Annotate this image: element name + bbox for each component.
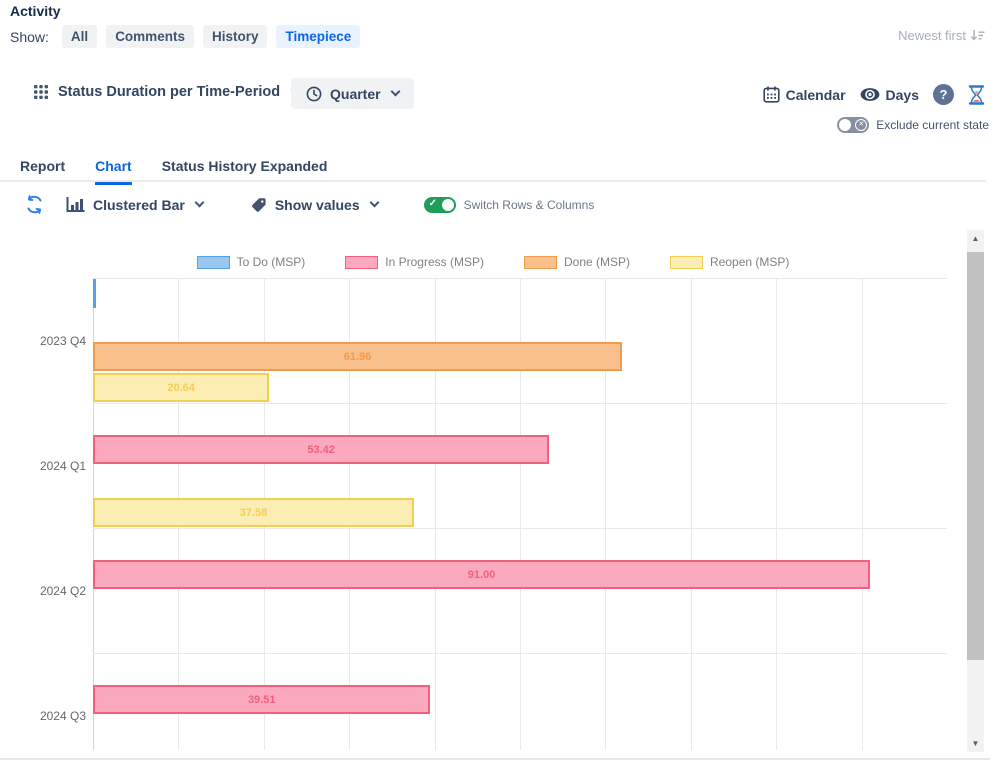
scrollbar-thumb[interactable] bbox=[967, 252, 984, 660]
bar-value-label: 91.00 bbox=[95, 569, 868, 581]
show-values-label: Show values bbox=[275, 197, 360, 213]
category-label: 2023 Q4 bbox=[0, 334, 86, 348]
eye-icon bbox=[860, 87, 880, 102]
category-label: 2024 Q1 bbox=[0, 459, 86, 473]
filter-timepiece-button[interactable]: Timepiece bbox=[276, 25, 360, 48]
period-selector[interactable]: Quarter bbox=[291, 78, 414, 109]
category-label: 2024 Q2 bbox=[0, 584, 86, 598]
chevron-down-icon bbox=[194, 197, 204, 207]
bar-to-do-msp-[interactable] bbox=[93, 279, 96, 308]
bar-in-progress-msp-[interactable]: 53.42 bbox=[93, 435, 549, 464]
legend-swatch bbox=[197, 256, 230, 269]
check-icon: ✓ bbox=[429, 198, 437, 209]
grid-icon bbox=[33, 84, 49, 100]
gridline bbox=[93, 653, 947, 654]
chart-controls: Clustered Bar Show values ✓ Switch Rows … bbox=[25, 195, 594, 214]
legend-item[interactable]: Reopen (MSP) bbox=[670, 255, 789, 269]
help-button[interactable]: ? bbox=[933, 84, 954, 105]
calendar-button[interactable]: Calendar bbox=[763, 86, 846, 103]
bottom-divider bbox=[0, 758, 990, 760]
gridline bbox=[93, 528, 947, 529]
switch-rows-columns-toggle[interactable]: ✓ bbox=[424, 197, 456, 213]
chart-type-selector[interactable]: Clustered Bar bbox=[66, 197, 203, 213]
scrollbar-up-arrow[interactable]: ▲ bbox=[967, 230, 984, 247]
bar-reopen-msp-[interactable]: 37.58 bbox=[93, 498, 414, 527]
legend-label: In Progress (MSP) bbox=[385, 255, 484, 269]
scrollbar-track[interactable]: ▲ ▼ bbox=[967, 230, 984, 752]
legend-item[interactable]: To Do (MSP) bbox=[197, 255, 306, 269]
bar-value-label: 37.58 bbox=[95, 507, 412, 519]
bar-value-label: 61.96 bbox=[95, 351, 620, 363]
legend-item[interactable]: In Progress (MSP) bbox=[345, 255, 484, 269]
chevron-down-icon bbox=[390, 86, 400, 96]
bar-chart-icon bbox=[66, 197, 85, 212]
switch-rows-columns-group: ✓ Switch Rows & Columns bbox=[424, 197, 595, 213]
toolbar-right: Calendar Days ? bbox=[763, 84, 985, 105]
bar-in-progress-msp-[interactable]: 39.51 bbox=[93, 685, 430, 714]
sort-order-control[interactable]: Newest first bbox=[898, 28, 985, 43]
calendar-label: Calendar bbox=[786, 87, 846, 103]
bar-in-progress-msp-[interactable]: 91.00 bbox=[93, 560, 870, 589]
sort-order-label: Newest first bbox=[898, 28, 966, 43]
legend-swatch bbox=[345, 256, 378, 269]
page-title: Activity bbox=[10, 3, 61, 19]
report-selector-label: Status Duration per Time-Period bbox=[58, 84, 280, 100]
filter-all-button[interactable]: All bbox=[62, 25, 97, 48]
legend-item[interactable]: Done (MSP) bbox=[524, 255, 630, 269]
category-axis-labels: 2023 Q4 2024 Q1 2024 Q2 2024 Q3 bbox=[0, 278, 86, 750]
chart-type-label: Clustered Bar bbox=[93, 197, 185, 213]
chart-legend: To Do (MSP) In Progress (MSP) Done (MSP) Re… bbox=[0, 255, 986, 269]
filter-comments-button[interactable]: Comments bbox=[106, 25, 194, 48]
unit-selector[interactable]: Days bbox=[860, 87, 919, 103]
refresh-icon bbox=[25, 195, 44, 214]
gridline bbox=[776, 278, 777, 750]
chart-plot-area: 53.42 91.00 39.51 61.96 20.64 37.58 bbox=[93, 278, 947, 750]
bar-reopen-msp-[interactable]: 20.64 bbox=[93, 373, 269, 402]
category-label: 2024 Q3 bbox=[0, 709, 86, 723]
chevron-down-icon bbox=[369, 197, 379, 207]
refresh-button[interactable] bbox=[25, 195, 44, 214]
tabs-divider bbox=[0, 180, 986, 182]
toggle-knob bbox=[442, 199, 454, 211]
bar-done-msp-[interactable]: 61.96 bbox=[93, 342, 622, 371]
gridline bbox=[93, 278, 947, 279]
legend-label: To Do (MSP) bbox=[237, 255, 306, 269]
hourglass-icon bbox=[968, 85, 985, 105]
unit-selector-label: Days bbox=[886, 87, 919, 103]
show-values-selector[interactable]: Show values bbox=[251, 197, 378, 213]
cross-icon: ✕ bbox=[855, 119, 867, 131]
legend-label: Done (MSP) bbox=[564, 255, 630, 269]
question-mark-icon: ? bbox=[940, 87, 948, 102]
exclude-current-state-row: ✕ Exclude current state bbox=[837, 117, 989, 133]
gridline bbox=[691, 278, 692, 750]
gridline bbox=[862, 278, 863, 750]
filter-history-button[interactable]: History bbox=[203, 25, 268, 48]
sort-descending-icon bbox=[970, 29, 985, 42]
show-label: Show: bbox=[10, 29, 49, 45]
legend-swatch bbox=[670, 256, 703, 269]
exclude-current-state-label: Exclude current state bbox=[876, 118, 989, 132]
legend-swatch bbox=[524, 256, 557, 269]
exclude-current-state-toggle[interactable]: ✕ bbox=[837, 117, 869, 133]
scrollbar-down-arrow[interactable]: ▼ bbox=[967, 735, 984, 752]
report-selector[interactable]: Status Duration per Time-Period bbox=[33, 84, 299, 100]
clock-icon bbox=[306, 86, 322, 102]
switch-rows-columns-label: Switch Rows & Columns bbox=[464, 198, 595, 212]
legend-label: Reopen (MSP) bbox=[710, 255, 789, 269]
bar-value-label: 20.64 bbox=[95, 382, 267, 394]
hourglass-button[interactable] bbox=[968, 85, 985, 105]
tag-icon bbox=[251, 197, 267, 213]
show-filter-row: Show: All Comments History Timepiece bbox=[10, 25, 360, 48]
bar-value-label: 53.42 bbox=[95, 444, 547, 456]
calendar-icon bbox=[763, 86, 780, 103]
bar-value-label: 39.51 bbox=[95, 694, 428, 706]
period-selector-label: Quarter bbox=[330, 86, 381, 102]
gridline bbox=[93, 403, 947, 404]
toggle-knob bbox=[839, 119, 851, 131]
